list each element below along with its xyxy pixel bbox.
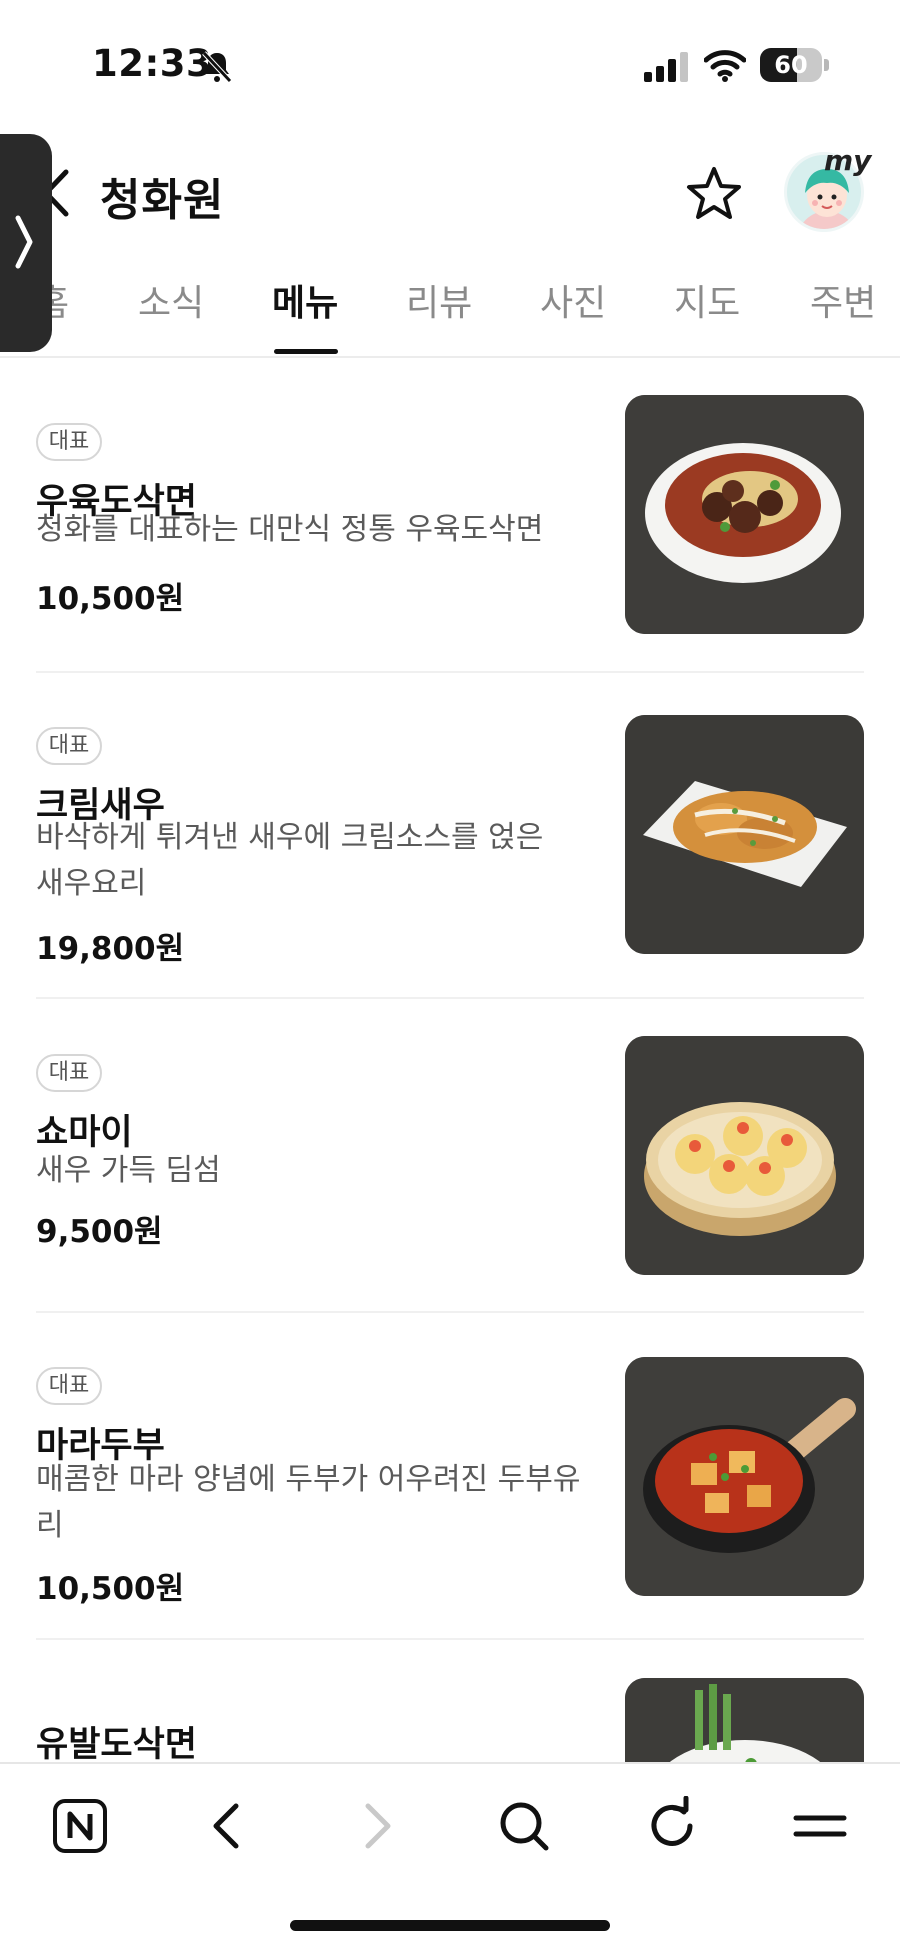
list-divider [36,997,864,999]
battery-cap [824,59,829,71]
avatar-my-label: my [824,144,872,177]
tab-map[interactable]: 지도 [674,274,740,326]
naver-home-icon[interactable] [50,1796,110,1856]
signature-badge: 대표 [36,727,102,765]
list-divider [36,1311,864,1313]
menu-item-description: 바삭하게 튀겨낸 새우에 크림소스를 얹은 새우요리 [36,820,544,901]
mala-tofu-photo [625,1357,864,1596]
back-icon[interactable] [198,1796,258,1856]
place-header: 청화원 my [0,140,900,250]
side-panel-toggle[interactable] [0,134,52,352]
signature-badge: 대표 [36,1367,102,1405]
page-title: 청화원 [100,175,225,226]
tab-menu[interactable]: 메뉴 [272,274,338,326]
tab-reviews[interactable]: 리뷰 [406,274,472,326]
menu-item[interactable]: 대표 우육도삭면 청화를 대표하는 대만식 정통 우육도삭면 10,500원 [36,395,864,635]
menu-item[interactable]: 대표 마라두부 매콤한 마라 양념에 두부가 어우려진 두부유리 10,500원 [36,1357,864,1607]
home-indicator [290,1920,610,1931]
tab-news[interactable]: 소식 [138,274,204,326]
chevron-right-icon [15,215,33,269]
battery-level: 60 [774,51,808,79]
menu-item[interactable]: 대표 쇼마이 새우 가득 딤섬 9,500원 [36,1036,864,1276]
menu-item-price: 9,500원 [36,1214,163,1250]
active-tab-indicator [274,349,338,354]
search-icon[interactable] [494,1796,554,1856]
list-divider [36,671,864,673]
menu-icon[interactable] [790,1796,850,1856]
list-divider [36,1638,864,1640]
menu-item-description: 매콤한 마라 양념에 두부가 어우려진 두부유리 [36,1462,581,1543]
signature-badge: 대표 [36,1054,102,1092]
favorite-star-icon[interactable] [684,164,744,224]
wifi-icon [704,50,746,82]
tab-bar: 홈 소식 메뉴 리뷰 사진 지도 주변 [0,262,900,358]
tab-photos[interactable]: 사진 [540,274,606,326]
menu-item-price: 10,500원 [36,581,185,617]
browser-toolbar [0,1762,900,1951]
noodle-soup-photo [625,395,864,634]
refresh-icon[interactable] [642,1796,702,1856]
status-time: 12:33 [92,42,213,85]
menu-item-description: 새우 가득 딤섬 [36,1153,221,1188]
cellular-signal-icon [644,52,688,82]
menu-item[interactable]: 대표 크림새우 바삭하게 튀겨낸 새우에 크림소스를 얹은 새우요리 19,80… [36,715,864,967]
status-bar: 12:33 60 [0,0,900,130]
menu-item-price: 10,500원 [36,1571,185,1607]
shumai-photo [625,1036,864,1275]
signature-badge: 대표 [36,423,102,461]
menu-item-name: 유발도삭면 [36,1725,198,1765]
cream-shrimp-photo [625,715,864,954]
menu-item-price: 19,800원 [36,931,185,967]
menu-item-description: 청화를 대표하는 대만식 정통 우육도삭면 [36,512,544,547]
tab-nearby[interactable]: 주변 [810,274,876,326]
battery-indicator: 60 [760,48,822,82]
forward-icon[interactable] [346,1796,406,1856]
bell-muted-icon [202,51,232,83]
